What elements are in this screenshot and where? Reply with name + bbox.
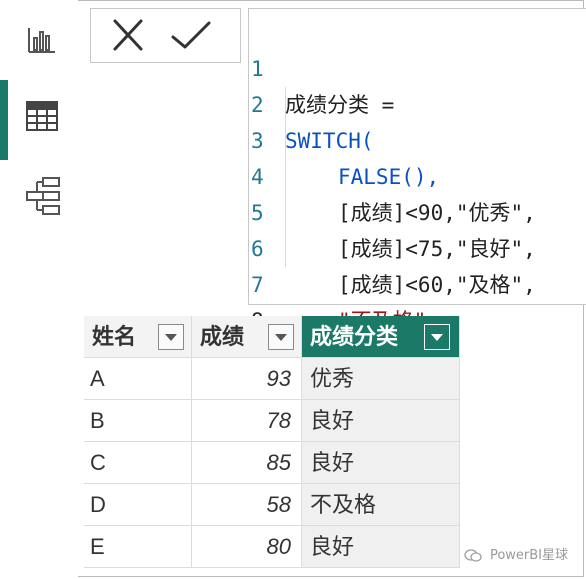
table-icon	[26, 101, 58, 131]
chevron-down-icon	[165, 334, 177, 341]
column-header-score[interactable]: 成绩	[192, 316, 302, 358]
code-line-6: 6 [成绩]<60,"及格",	[249, 195, 586, 297]
chevron-down-icon	[431, 334, 443, 341]
cell-score[interactable]: 85	[192, 442, 302, 484]
column-filter-button[interactable]	[268, 324, 294, 350]
code-line-1: 1 成绩分类 =	[249, 15, 586, 117]
cell-category[interactable]: 良好	[302, 526, 460, 568]
cell-category[interactable]: 良好	[302, 400, 460, 442]
close-icon	[113, 19, 143, 51]
code-line-7: 7 "不及格"	[249, 231, 586, 333]
column-header-label: 成绩	[200, 324, 245, 349]
column-header-label: 姓名	[92, 324, 137, 349]
cell-name[interactable]: B	[84, 400, 192, 442]
code-line-8: 8 )	[249, 267, 586, 369]
cell-name[interactable]: E	[84, 526, 192, 568]
code-line-2: 2 SWITCH(	[249, 51, 586, 153]
cell-score[interactable]: 93	[192, 358, 302, 400]
cell-score[interactable]: 78	[192, 400, 302, 442]
report-view-button[interactable]	[0, 8, 78, 78]
bar-chart-icon	[28, 28, 55, 53]
column-header-category[interactable]: 成绩分类	[302, 316, 460, 358]
column-header-label: 成绩分类	[310, 324, 399, 349]
cell-score[interactable]: 80	[192, 526, 302, 568]
cell-name[interactable]: A	[84, 358, 192, 400]
watermark-text: PowerBI星球	[489, 548, 568, 563]
cell-category[interactable]: 优秀	[302, 358, 460, 400]
model-icon	[26, 177, 60, 215]
cell-name[interactable]: C	[84, 442, 192, 484]
check-icon	[171, 21, 211, 49]
chat-bubble-icon	[464, 548, 482, 562]
cell-category[interactable]: 良好	[302, 442, 460, 484]
cell-score[interactable]: 58	[192, 484, 302, 526]
code-line-3: 3 FALSE(),	[249, 87, 586, 189]
cell-name[interactable]: D	[84, 484, 192, 526]
code-line-5: 5 [成绩]<75,"良好",	[249, 159, 586, 261]
cancel-formula-button[interactable]	[105, 17, 151, 55]
chevron-down-icon	[275, 334, 287, 341]
formula-editor[interactable]: 1 成绩分类 = 2 SWITCH( 3 FALSE(), 4 [成绩]<90,…	[248, 8, 586, 369]
commit-formula-button[interactable]	[167, 17, 213, 55]
formula-commit-box	[90, 8, 241, 63]
cell-category[interactable]: 不及格	[302, 484, 460, 526]
view-switcher-rail	[0, 0, 78, 579]
watermark: PowerBI星球	[464, 544, 568, 563]
code-line-4: 4 [成绩]<90,"优秀",	[249, 123, 586, 225]
column-header-name[interactable]: 姓名	[84, 316, 192, 358]
column-filter-button[interactable]	[424, 324, 450, 350]
data-view-button[interactable]	[0, 84, 78, 154]
model-view-button[interactable]	[0, 162, 78, 232]
column-filter-button[interactable]	[158, 324, 184, 350]
